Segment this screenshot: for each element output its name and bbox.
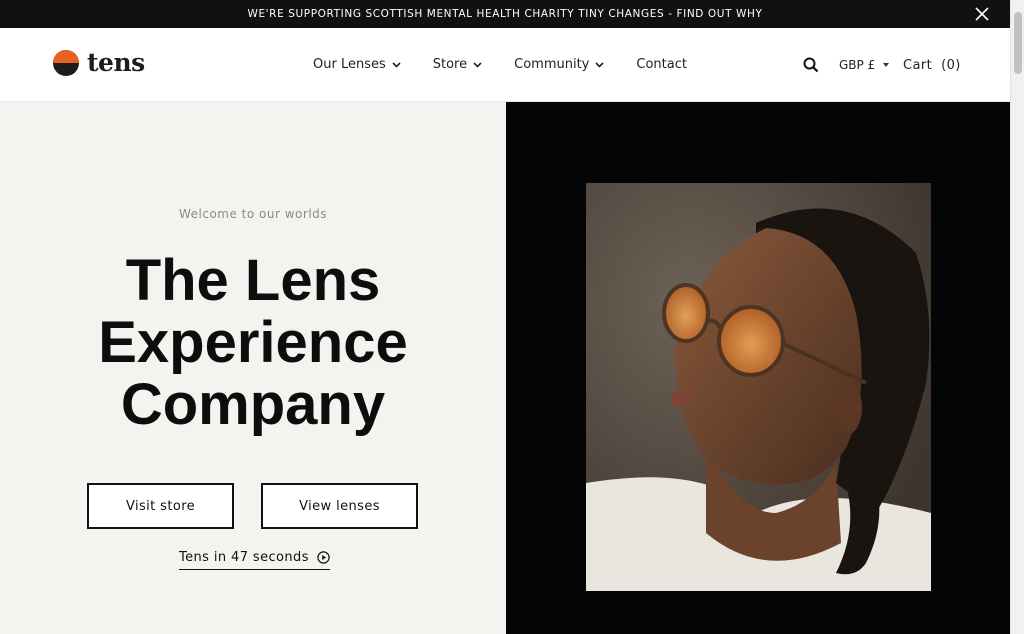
nav-item-label: Store: [432, 57, 468, 72]
hero-image-panel: [506, 102, 1010, 634]
nav-item-community[interactable]: Community: [514, 57, 604, 72]
site-header: tens Our Lenses Store Community Contact …: [0, 28, 1010, 102]
announcement-bar[interactable]: WE'RE SUPPORTING SCOTTISH MENTAL HEALTH …: [0, 0, 1010, 28]
scrollbar-thumb[interactable]: [1014, 12, 1022, 74]
chevron-down-icon: [473, 61, 482, 68]
play-circle-icon: [317, 551, 330, 564]
currency-label: GBP £: [839, 58, 876, 72]
search-icon[interactable]: [803, 57, 819, 73]
visit-store-button[interactable]: Visit store: [87, 483, 234, 529]
chevron-down-icon: [392, 61, 401, 68]
currency-selector[interactable]: GBP £: [839, 58, 890, 72]
headline-line: The Lens: [125, 248, 381, 313]
nav-item-our-lenses[interactable]: Our Lenses: [313, 57, 401, 72]
nav-item-label: Our Lenses: [313, 57, 386, 72]
hero-text-panel: Welcome to our worlds The Lens Experienc…: [0, 102, 506, 634]
view-lenses-button[interactable]: View lenses: [261, 483, 418, 529]
caret-down-icon: [883, 63, 890, 67]
logo[interactable]: tens: [53, 48, 145, 77]
chevron-down-icon: [595, 61, 604, 68]
nav-item-label: Community: [514, 57, 590, 72]
hero-kicker: Welcome to our worlds: [178, 207, 328, 221]
video-link[interactable]: Tens in 47 seconds: [179, 550, 330, 570]
close-icon[interactable]: [974, 6, 990, 22]
hero-headline: The Lens Experience Company: [0, 250, 506, 436]
main-nav: Our Lenses Store Community Contact: [313, 57, 719, 72]
video-link-label: Tens in 47 seconds: [179, 550, 309, 565]
headline-line: Company: [120, 372, 386, 437]
nav-item-label: Contact: [636, 57, 687, 72]
logo-mark-icon: [53, 49, 79, 76]
logo-text: tens: [87, 48, 145, 77]
hero-photo: [586, 183, 931, 591]
nav-item-contact[interactable]: Contact: [636, 57, 687, 72]
headline-line: Experience: [98, 310, 408, 375]
nav-item-store[interactable]: Store: [433, 57, 482, 72]
scrollbar[interactable]: [1010, 0, 1024, 634]
cart-link[interactable]: Cart (0): [903, 58, 961, 73]
announcement-text[interactable]: WE'RE SUPPORTING SCOTTISH MENTAL HEALTH …: [247, 8, 762, 20]
